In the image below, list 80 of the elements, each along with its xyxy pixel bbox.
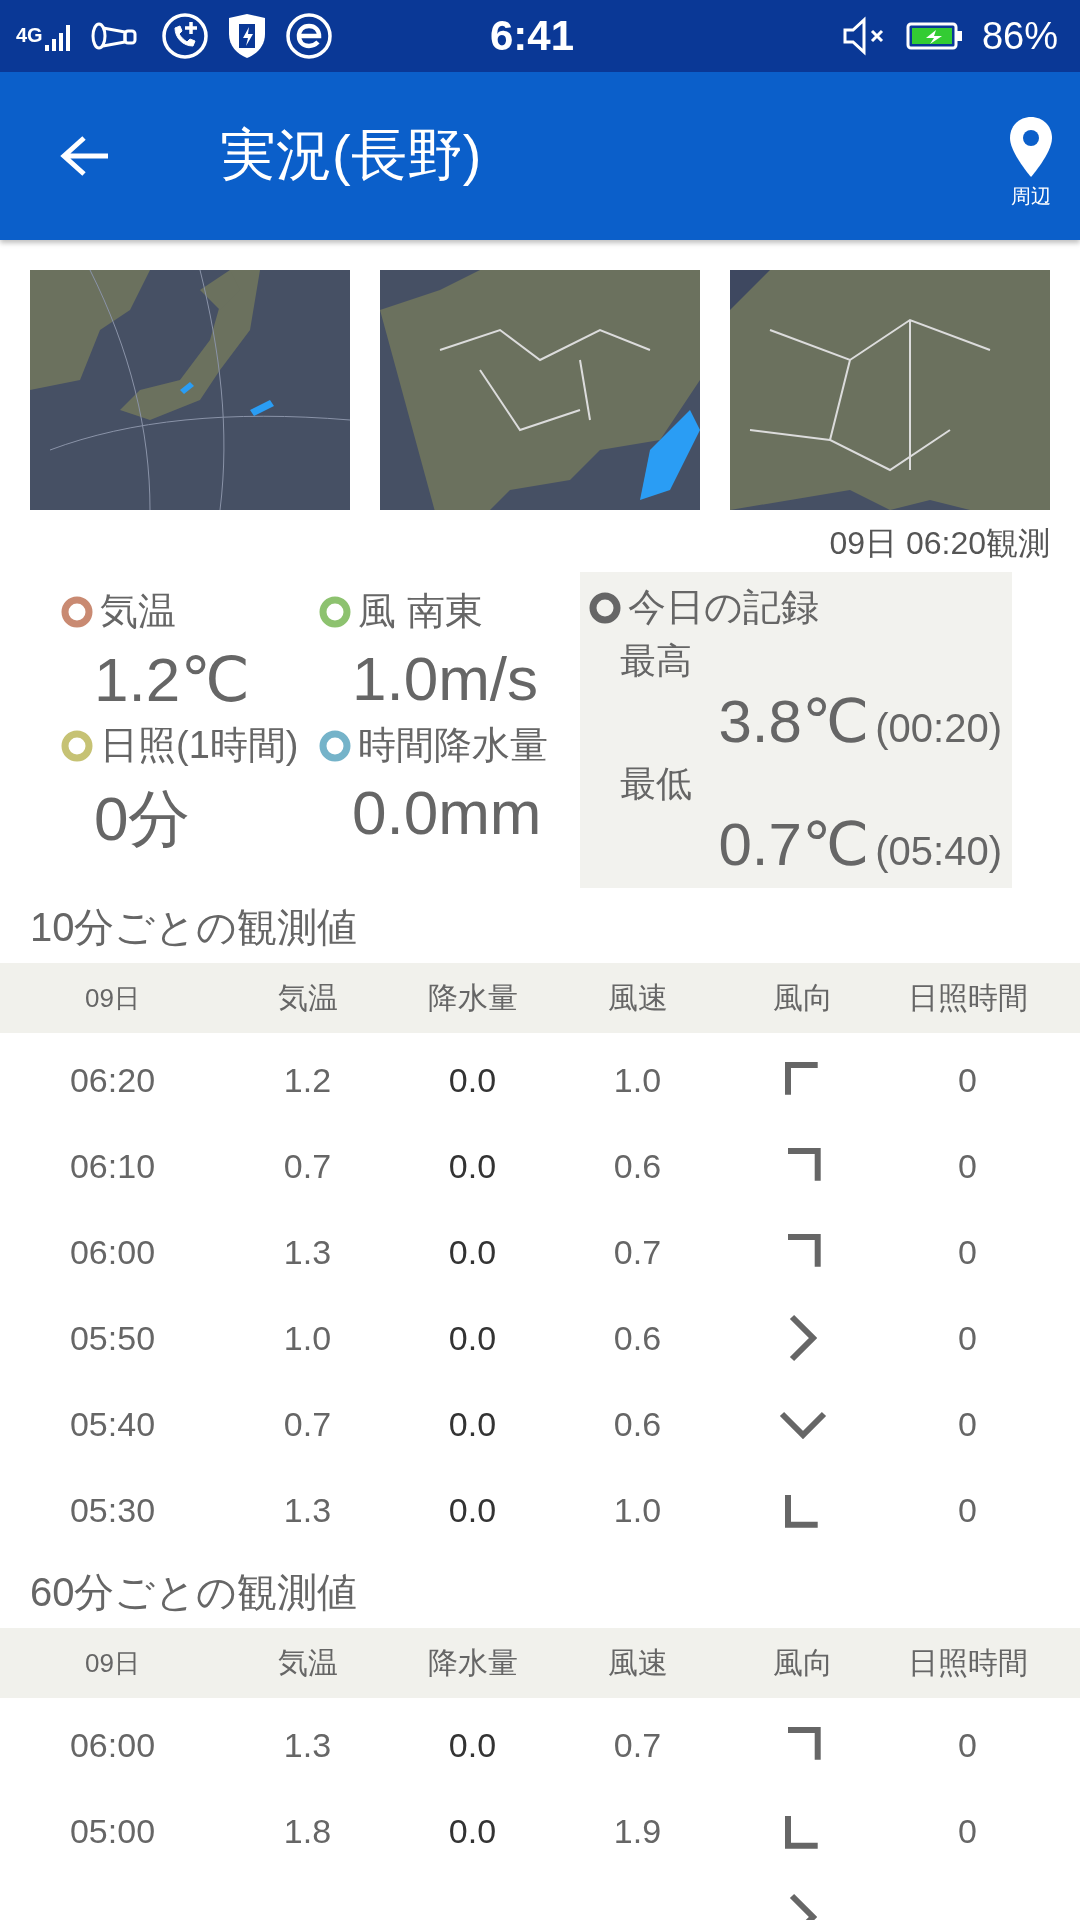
record-time: (05:40)	[875, 829, 1002, 874]
column-header: 降水量	[427, 1644, 518, 1681]
record-time: (00:20)	[875, 706, 1002, 751]
record-value: 0.7℃	[718, 810, 870, 879]
table-cell: 0.6	[613, 1318, 662, 1358]
column-header: 風速	[607, 979, 668, 1016]
table-cell: 1.0	[613, 1490, 662, 1530]
table-cell: 0.6	[613, 1404, 662, 1444]
table-cell: 1.3	[283, 1490, 332, 1530]
column-header: 降水量	[427, 979, 518, 1016]
clock-time: 6:41	[490, 12, 575, 60]
table-cell: 06:20	[69, 1060, 156, 1100]
column-header: 09日	[85, 1646, 140, 1680]
record-title: 今日の記録	[628, 585, 819, 630]
stat-value: 0分	[93, 783, 192, 855]
table-cell: 0	[958, 1318, 977, 1358]
phone-plus-icon	[160, 12, 209, 60]
stat-label: 時間降水量	[358, 723, 548, 768]
table-cell: 0	[958, 1490, 977, 1530]
nearby-button[interactable]: 周辺	[1006, 114, 1056, 210]
table-cell: 1.0	[283, 1318, 332, 1358]
table-cell: 1.3	[283, 1725, 332, 1765]
table-cell: 1.8	[283, 1811, 332, 1851]
stat-label: 気温	[100, 589, 176, 634]
table-cell: 06:00	[69, 1232, 156, 1272]
table-cell: 0.7	[283, 1404, 332, 1444]
column-header: 気温	[277, 979, 338, 1016]
table-cell: 0.0	[448, 1318, 497, 1358]
column-header: 風速	[607, 1644, 668, 1681]
record-label: 最低	[619, 762, 693, 806]
e-circle-icon	[284, 12, 333, 60]
screen-title: 実況(長野)	[220, 122, 483, 188]
table-cell: 0	[958, 1725, 977, 1765]
table-cell: 0.0	[448, 1404, 497, 1444]
stat-value: 1.2℃	[93, 644, 251, 716]
table-cell: 0.0	[448, 1811, 497, 1851]
table-cell: 0.0	[448, 1232, 497, 1272]
table-cell: 0.0	[448, 1060, 497, 1100]
table-cell: 06:00	[69, 1725, 156, 1765]
record-label: 最高	[619, 639, 693, 683]
table-cell: 0.0	[448, 1146, 497, 1186]
table-cell: 0.0	[448, 1490, 497, 1530]
table-cell: 1.2	[283, 1060, 332, 1100]
table-cell: 0.7	[613, 1725, 662, 1765]
back-arrow-icon[interactable]	[58, 134, 110, 178]
section-title: 10分ごとの観測値	[29, 904, 359, 951]
table-cell: 05:00	[69, 1811, 156, 1851]
stat-label: 風 南東	[358, 589, 483, 634]
table-cell: 0.7	[283, 1146, 332, 1186]
observation-time: 09日 06:20観測	[828, 524, 1051, 563]
table-cell: 05:40	[69, 1404, 156, 1444]
record-value: 3.8℃	[718, 687, 870, 756]
column-header: 風向	[772, 1644, 833, 1681]
battery-icon	[905, 22, 964, 50]
column-header: 日照時間	[907, 979, 1028, 1016]
stat-label: 日照(1時間)	[100, 723, 299, 768]
table-cell: 0.0	[448, 1725, 497, 1765]
ring-icon	[588, 590, 622, 625]
table-cell: 0	[958, 1146, 977, 1186]
table-cell: 0	[958, 1404, 977, 1444]
table-cell: 0.6	[613, 1146, 662, 1186]
table-cell: 0.7	[613, 1232, 662, 1272]
table-cell: 1.3	[283, 1232, 332, 1272]
stat-value: 1.0m/s	[351, 643, 540, 714]
column-header: 09日	[85, 981, 140, 1015]
stat-value: 0.0mm	[351, 777, 543, 848]
column-header: 風向	[772, 979, 833, 1016]
battery-percent: 86%	[981, 14, 1058, 58]
table-cell: 0	[958, 1060, 977, 1100]
table-cell: 05:50	[69, 1318, 156, 1358]
table-cell: 1.0	[613, 1060, 662, 1100]
column-header: 気温	[277, 1644, 338, 1681]
table-cell: 1.9	[613, 1811, 662, 1851]
network-type: 4G	[16, 24, 43, 47]
table-cell: 0	[958, 1232, 977, 1272]
table-cell: 05:30	[69, 1490, 156, 1530]
section-title: 60分ごとの観測値	[29, 1569, 359, 1616]
table-cell: 0	[958, 1811, 977, 1851]
column-header: 日照時間	[907, 1644, 1028, 1681]
table-cell: 06:10	[69, 1146, 156, 1186]
